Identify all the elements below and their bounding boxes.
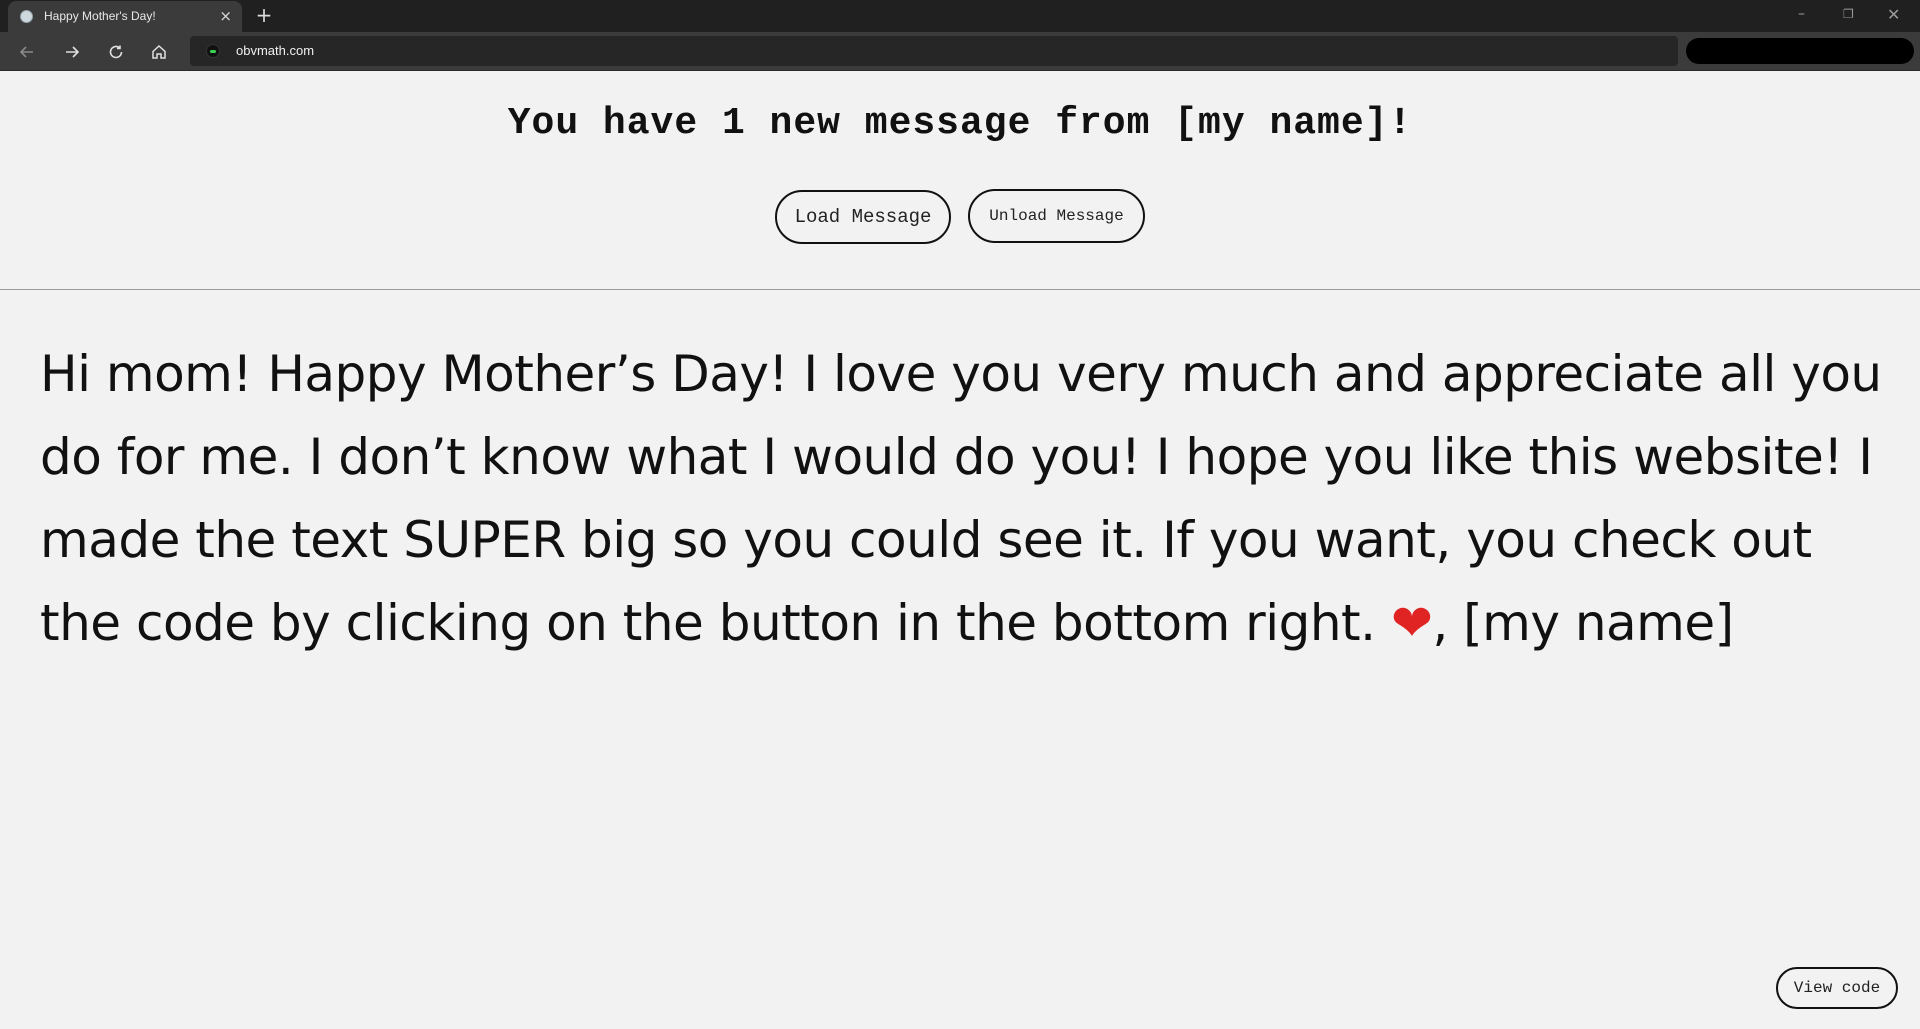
page-title: You have 1 new message from [my name]! xyxy=(507,102,1413,145)
view-code-button[interactable]: View code xyxy=(1776,967,1898,1009)
unload-message-button[interactable]: Unload Message xyxy=(968,189,1145,243)
minimize-button[interactable]: – xyxy=(1798,6,1805,22)
tab-close-icon[interactable]: × xyxy=(219,7,232,25)
tab-title: Happy Mother's Day! xyxy=(44,9,156,23)
home-icon[interactable] xyxy=(145,38,173,66)
redacted-profile-area xyxy=(1686,38,1914,64)
tab-favicon-icon xyxy=(20,10,33,23)
load-message-button[interactable]: Load Message xyxy=(775,190,951,244)
browser-tab[interactable]: Happy Mother's Day! × xyxy=(8,1,242,32)
site-favicon-icon xyxy=(206,44,220,58)
new-tab-button[interactable]: + xyxy=(252,4,276,28)
back-arrow-icon[interactable] xyxy=(13,38,41,66)
reload-icon[interactable] xyxy=(102,38,130,66)
window-close-button[interactable]: ✕ xyxy=(1887,5,1900,24)
message-signature: , [my name] xyxy=(1432,594,1734,652)
forward-arrow-icon[interactable] xyxy=(58,38,86,66)
heart-icon: ❤ xyxy=(1390,594,1433,652)
browser-toolbar: obvmath.com xyxy=(0,32,1920,71)
message-body: Hi mom! Happy Mother’s Day! I love you v… xyxy=(40,333,1900,665)
browser-tab-bar: Happy Mother's Day! × + – ❐ ✕ xyxy=(0,0,1920,32)
page-content: You have 1 new message from [my name]! L… xyxy=(0,71,1920,1029)
address-bar[interactable]: obvmath.com xyxy=(190,36,1678,66)
divider xyxy=(0,289,1920,290)
address-url: obvmath.com xyxy=(236,43,315,58)
maximize-button[interactable]: ❐ xyxy=(1843,7,1854,21)
